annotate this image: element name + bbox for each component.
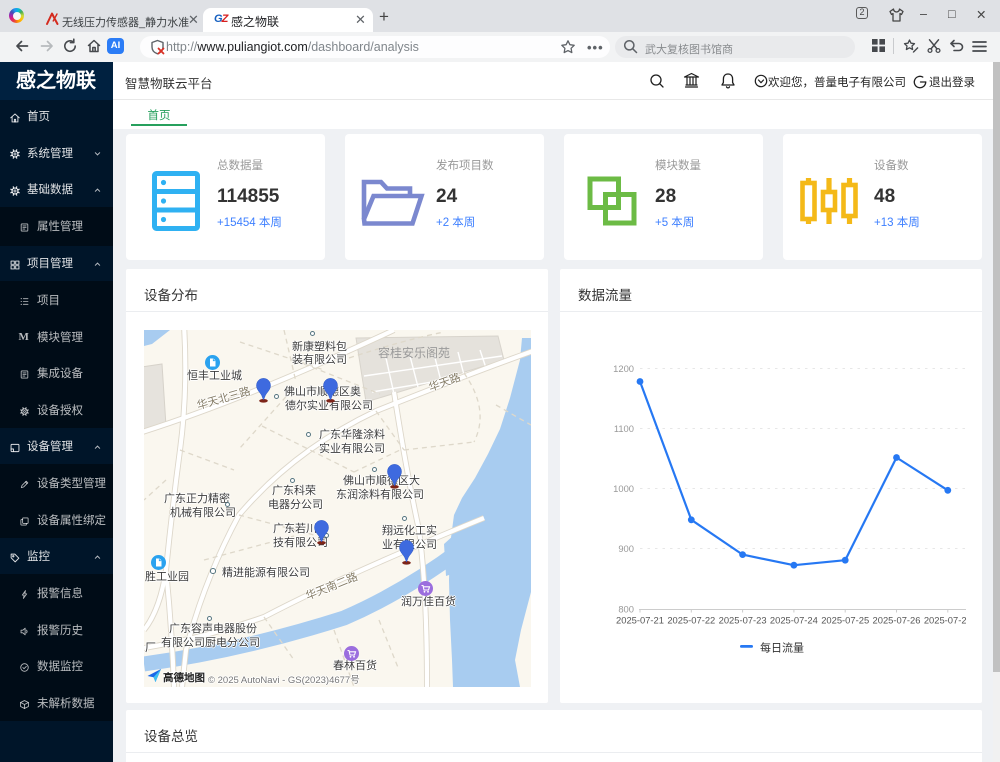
- svg-text:1000: 1000: [613, 483, 634, 494]
- svg-text:800: 800: [618, 603, 634, 614]
- svg-text:2025-07-25: 2025-07-25: [821, 615, 869, 626]
- svg-text:2025-07-23: 2025-07-23: [719, 615, 767, 626]
- svg-text:2025-07-27: 2025-07-27: [924, 615, 966, 626]
- svg-text:1100: 1100: [614, 423, 634, 434]
- svg-text:1200: 1200: [613, 363, 634, 374]
- svg-text:2025-07-21: 2025-07-21: [616, 615, 664, 626]
- svg-text:每日流量: 每日流量: [760, 641, 804, 655]
- svg-text:2025-07-24: 2025-07-24: [770, 615, 818, 626]
- svg-text:2025-07-22: 2025-07-22: [667, 615, 715, 626]
- svg-text:2025-07-26: 2025-07-26: [873, 615, 921, 626]
- svg-text:900: 900: [618, 543, 634, 554]
